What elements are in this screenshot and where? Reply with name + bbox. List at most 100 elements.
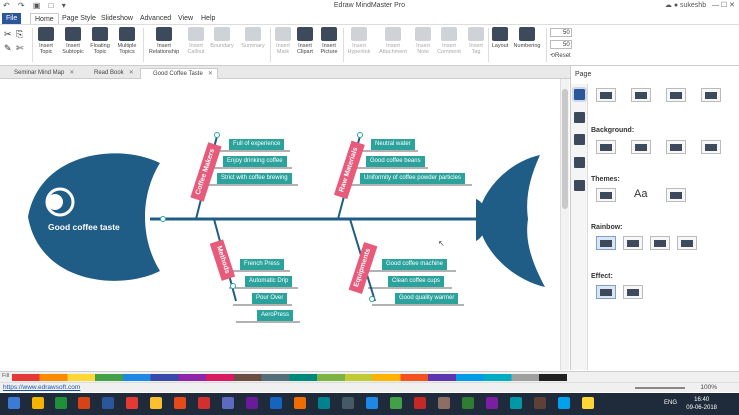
rainbow-option-3[interactable] [650,236,670,250]
rainbow-option-1[interactable] [596,236,616,250]
copy-icon[interactable]: ⎘ [16,29,23,40]
tab-good-coffee-taste[interactable]: Good Coffee Taste ✕ [140,68,218,79]
window-controls[interactable]: ☁ ● sukeshb — ☐ ✕ [665,1,735,9]
insert-clipart-button[interactable]: Insert Clipart [294,27,316,55]
app-icon[interactable] [462,397,474,409]
app-icon[interactable] [534,397,546,409]
outline-icon[interactable] [574,112,585,123]
cloud-icon[interactable]: ☁ [665,2,672,9]
numbering-button[interactable]: Numbering [511,27,543,49]
task-panel-icon[interactable] [574,180,585,191]
subtopic[interactable]: French Press [240,259,284,270]
subtopic[interactable]: Enjoy drinking coffee [223,156,287,167]
insert-topic-button[interactable]: Insert Topic [34,27,58,55]
app-icon[interactable] [174,397,186,409]
language-indicator[interactable]: ENG [664,400,677,406]
tab-read-book[interactable]: Read Book ✕ [82,68,138,79]
cut-icon[interactable]: ✄ [16,43,24,54]
powerpoint-icon[interactable] [78,397,90,409]
app-icon[interactable] [510,397,522,409]
insert-picture-button[interactable]: Insert Picture [317,27,341,55]
subtopic[interactable]: Neutral water [371,139,415,150]
app-icon[interactable] [414,397,426,409]
spacing-spinner-1[interactable]: 50 [550,28,572,37]
user-name[interactable]: sukeshb [680,2,706,9]
subtopic[interactable]: Automatic Drip [245,276,293,287]
insert-attachment-button[interactable]: Insert Attachment [376,27,410,55]
maximize-icon[interactable]: ☐ [721,2,727,9]
color-palette[interactable]: Fill [0,371,739,382]
start-icon[interactable] [8,397,20,409]
central-topic[interactable]: Good coffee taste [48,222,120,232]
insert-relationship-button[interactable]: Insert Relationship [146,27,182,55]
minimize-icon[interactable]: — [712,2,719,9]
effect-hand-drawn-option[interactable] [596,285,616,299]
layout-style-2[interactable] [631,88,651,102]
insert-tag-button[interactable]: Insert Tag [465,27,487,55]
app-icon[interactable] [582,397,594,409]
multiple-topics-button[interactable]: Multiple Topics [114,27,140,55]
zoom-slider[interactable] [635,387,685,389]
effect-none-option[interactable] [623,285,643,299]
insert-comment-button[interactable]: Insert Comment [434,27,464,55]
color-swatches[interactable] [12,374,567,381]
page-settings-icon[interactable] [572,87,587,102]
chrome-icon[interactable] [150,397,162,409]
menu-page-style[interactable]: Page Style [58,13,100,24]
layout-style-4[interactable] [701,88,721,102]
close-tab-icon[interactable]: ✕ [208,71,213,77]
theme-color-option[interactable] [666,188,686,202]
app-icon[interactable] [390,397,402,409]
paste-icon[interactable]: ✂ [4,29,12,40]
reset-button[interactable]: ⟲Reset [550,52,571,59]
subtopic[interactable]: Good quality warmer [395,293,459,304]
background-color-option[interactable] [596,140,616,154]
summary-button[interactable]: Summary [238,27,268,49]
subtopic[interactable]: Good coffee machine [382,259,447,270]
vertical-scrollbar[interactable] [560,79,569,370]
website-link[interactable]: https://www.edrawsoft.com [3,384,80,391]
background-image-option[interactable] [631,140,651,154]
app-icon[interactable] [342,397,354,409]
insert-hyperlink-button[interactable]: Insert Hyperlink [345,27,373,55]
format-painter-icon[interactable]: ✎ [4,43,12,54]
menu-view[interactable]: View [174,13,197,24]
theme-font-option[interactable]: Aa [634,188,647,200]
insert-subtopic-button[interactable]: Insert Subtopic [60,27,86,55]
menu-home[interactable]: Home [30,13,59,24]
app-icon[interactable] [126,397,138,409]
app-icon[interactable] [438,397,450,409]
subtopic[interactable]: Strict with coffee brewing [217,173,292,184]
mind-map-canvas[interactable]: Good coffee taste Coffee Makers Raw Mate… [0,79,560,370]
rainbow-option-2[interactable] [623,236,643,250]
subtopic[interactable]: Clean coffee cups [388,276,444,287]
menu-file[interactable]: File [2,13,22,24]
premiere-icon[interactable] [246,397,258,409]
insert-note-button[interactable]: Insert Note [412,27,434,55]
photoshop-icon[interactable] [270,397,282,409]
layout-button[interactable]: Layout [490,27,510,49]
menu-slideshow[interactable]: Slideshow [97,13,137,24]
subtopic[interactable]: Pour Over [252,293,288,304]
file-explorer-icon[interactable] [32,397,44,409]
zoom-level[interactable]: 100% [700,384,717,391]
mark-panel-icon[interactable] [574,134,585,145]
floating-topic-button[interactable]: Floating Topic [88,27,112,55]
app-icon[interactable] [294,397,306,409]
excel-icon[interactable] [55,397,67,409]
fish-head-shape[interactable] [28,153,160,281]
menu-help[interactable]: Help [197,13,219,24]
edraw-icon[interactable] [366,397,378,409]
background-text-option[interactable] [701,140,721,154]
menu-advanced[interactable]: Advanced [136,13,175,24]
insert-mark-button[interactable]: Insert Mark [272,27,294,55]
close-tab-icon[interactable]: ✕ [129,70,134,76]
skype-icon[interactable] [558,397,570,409]
subtopic[interactable]: Good coffee beans [366,156,425,167]
insert-callout-button[interactable]: Insert Callout [184,27,208,55]
close-icon[interactable]: ✕ [729,2,735,9]
layout-style-3[interactable] [666,88,686,102]
subtopic[interactable]: Full of experience [229,139,285,150]
close-tab-icon[interactable]: ✕ [69,70,74,76]
app-icon[interactable] [486,397,498,409]
